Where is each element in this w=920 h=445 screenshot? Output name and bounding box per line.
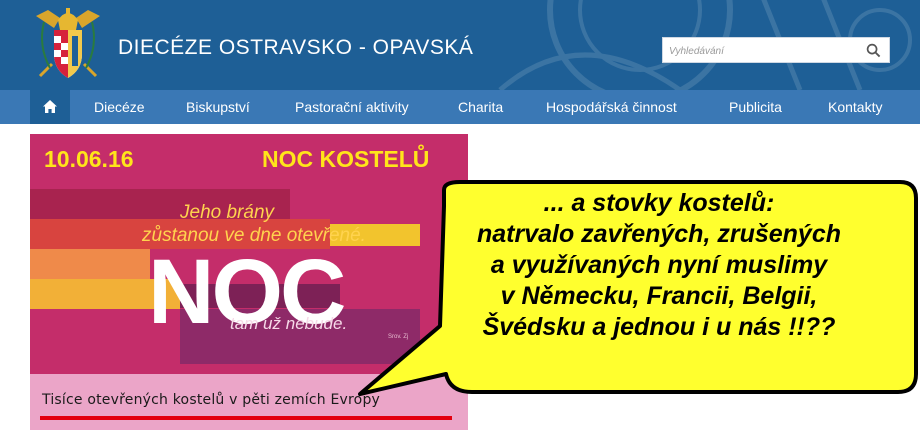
nav-home[interactable] [30, 90, 70, 124]
bubble-line: natrvalo zavřených, zrušených [476, 220, 842, 248]
nav-item-publicita[interactable]: Publicita [729, 99, 782, 115]
main-navigation: Diecéze Biskupství Pastorační aktivity C… [0, 90, 920, 124]
nav-item-pastoracni-aktivity[interactable]: Pastorační aktivity [295, 99, 409, 115]
search-icon[interactable] [866, 43, 881, 58]
speech-bubble-text: ... a stovky kostelů: natrvalo zavřených… [412, 188, 906, 343]
bubble-line: v Německu, Francii, Belgii, [500, 282, 818, 310]
banner-caption[interactable]: Tisíce otevřených kostelů v pěti zemích … [42, 392, 380, 408]
search-input[interactable] [669, 42, 859, 60]
banner-event-title: NOC KOSTELŮ [262, 146, 430, 172]
nav-item-kontakty[interactable]: Kontakty [828, 99, 882, 115]
search-box[interactable] [662, 37, 890, 63]
banner-stripe [30, 249, 150, 279]
home-icon [43, 100, 57, 113]
banner-quote-line1: Jeho brány [180, 202, 275, 223]
banner-date: 10.06.16 [44, 146, 134, 172]
site-title[interactable]: DIECÉZE OSTRAVSKO - OPAVSKÁ [118, 36, 473, 60]
bubble-line: a využívaných nyní muslimy [490, 251, 828, 279]
site-header: DIECÉZE OSTRAVSKO - OPAVSKÁ [0, 0, 920, 90]
bubble-line: Švédsku a jednou i u nás !!?? [482, 313, 836, 341]
banner-quote-line3: tam už nebude. [230, 314, 348, 333]
caption-underline [40, 416, 452, 420]
diocese-crest-icon[interactable] [30, 6, 106, 86]
nav-item-diecieze[interactable]: Diecéze [94, 99, 145, 115]
nav-item-charita[interactable]: Charita [458, 99, 503, 115]
nav-item-hospodarska-cinnost[interactable]: Hospodářská činnost [546, 99, 677, 115]
nav-item-biskupstvi[interactable]: Biskupství [186, 99, 250, 115]
bubble-line: ... a stovky kostelů: [543, 189, 775, 217]
